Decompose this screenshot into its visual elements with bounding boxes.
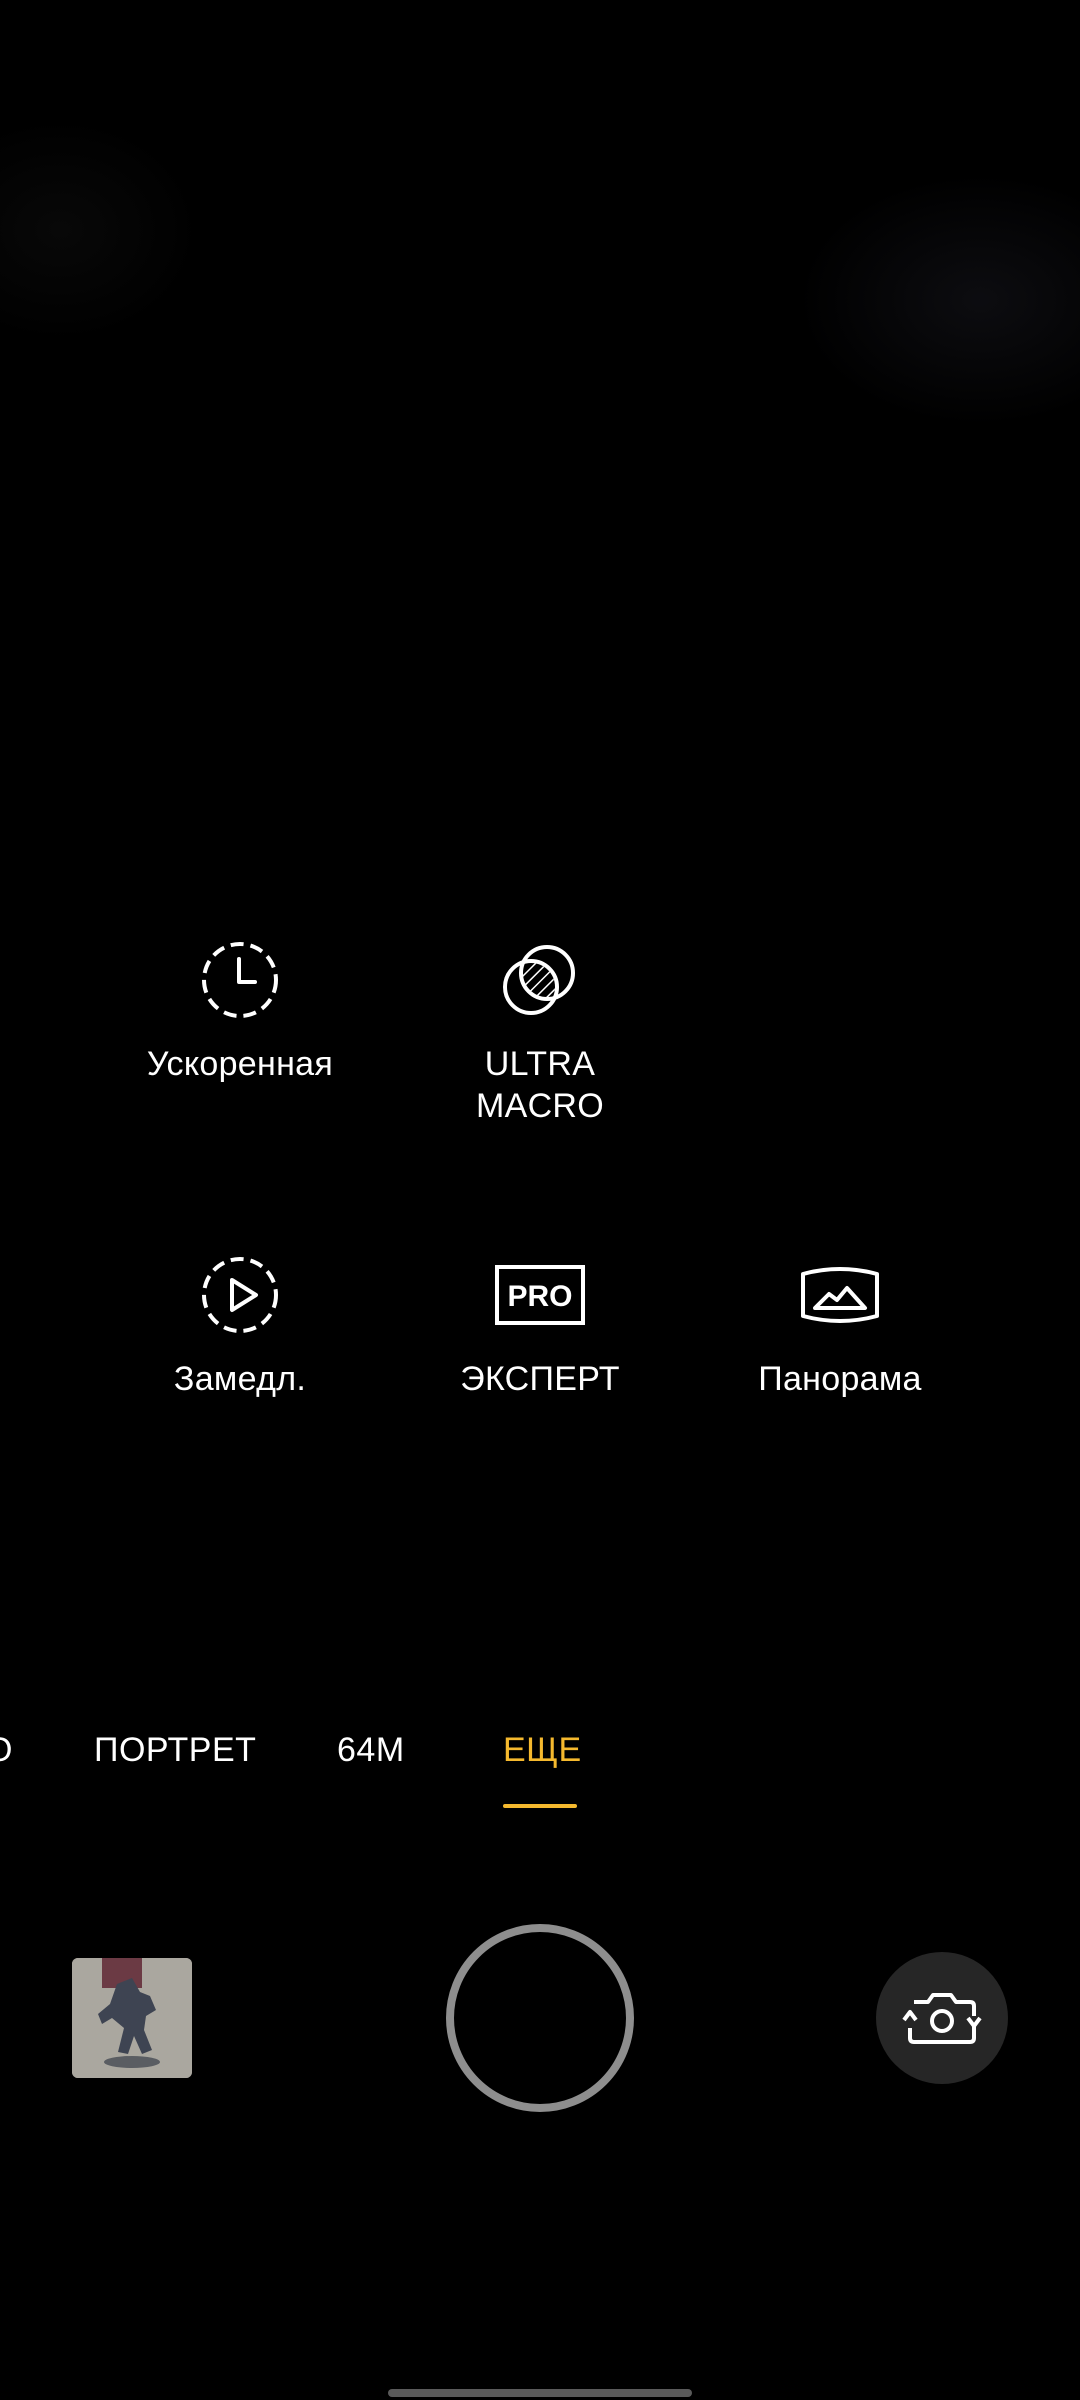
mode-pro-label: ЭКСПЕРТ xyxy=(460,1360,620,1398)
svg-text:PRO: PRO xyxy=(507,1280,572,1313)
gallery-image xyxy=(72,1958,192,2078)
camera-flip-button[interactable] xyxy=(876,1952,1008,2084)
mode-panorama-label: Панорама xyxy=(758,1360,922,1398)
timelapse-icon xyxy=(202,942,278,1018)
home-indicator[interactable] xyxy=(388,2389,692,2397)
mode-pro[interactable]: PRO ЭКСПЕРТ xyxy=(410,1250,670,1400)
tab-portrait[interactable]: ПОРТРЕТ xyxy=(94,1720,256,1780)
slow-motion-icon xyxy=(202,1257,278,1333)
gallery-thumbnail[interactable] xyxy=(72,1958,192,2078)
active-tab-indicator xyxy=(503,1804,577,1808)
mode-timelapse-label: Ускоренная xyxy=(146,1045,334,1083)
shutter-button[interactable] xyxy=(446,1924,634,2112)
ultra-macro-icon xyxy=(503,945,575,1015)
tab-64m[interactable]: 64M xyxy=(337,1720,405,1780)
pro-icon: PRO xyxy=(495,1265,585,1325)
mode-slow-motion[interactable]: Замедл. xyxy=(110,1250,370,1400)
mode-ultra-macro[interactable]: ULTRA MACRO xyxy=(410,935,670,1127)
mode-ultra-macro-label: ULTRA MACRO xyxy=(475,1045,605,1125)
tab-partial[interactable]: O xyxy=(0,1720,12,1780)
mode-tabs: O ПОРТРЕТ 64M ЕЩЕ xyxy=(0,1720,1080,1810)
camera-flip-icon xyxy=(902,1993,982,2044)
mode-timelapse[interactable]: Ускоренная xyxy=(110,935,370,1085)
mode-slow-motion-label: Замедл. xyxy=(173,1360,307,1398)
panorama-icon xyxy=(801,1267,879,1323)
mode-panorama[interactable]: Панорама xyxy=(710,1250,970,1400)
tab-more[interactable]: ЕЩЕ xyxy=(503,1720,582,1780)
